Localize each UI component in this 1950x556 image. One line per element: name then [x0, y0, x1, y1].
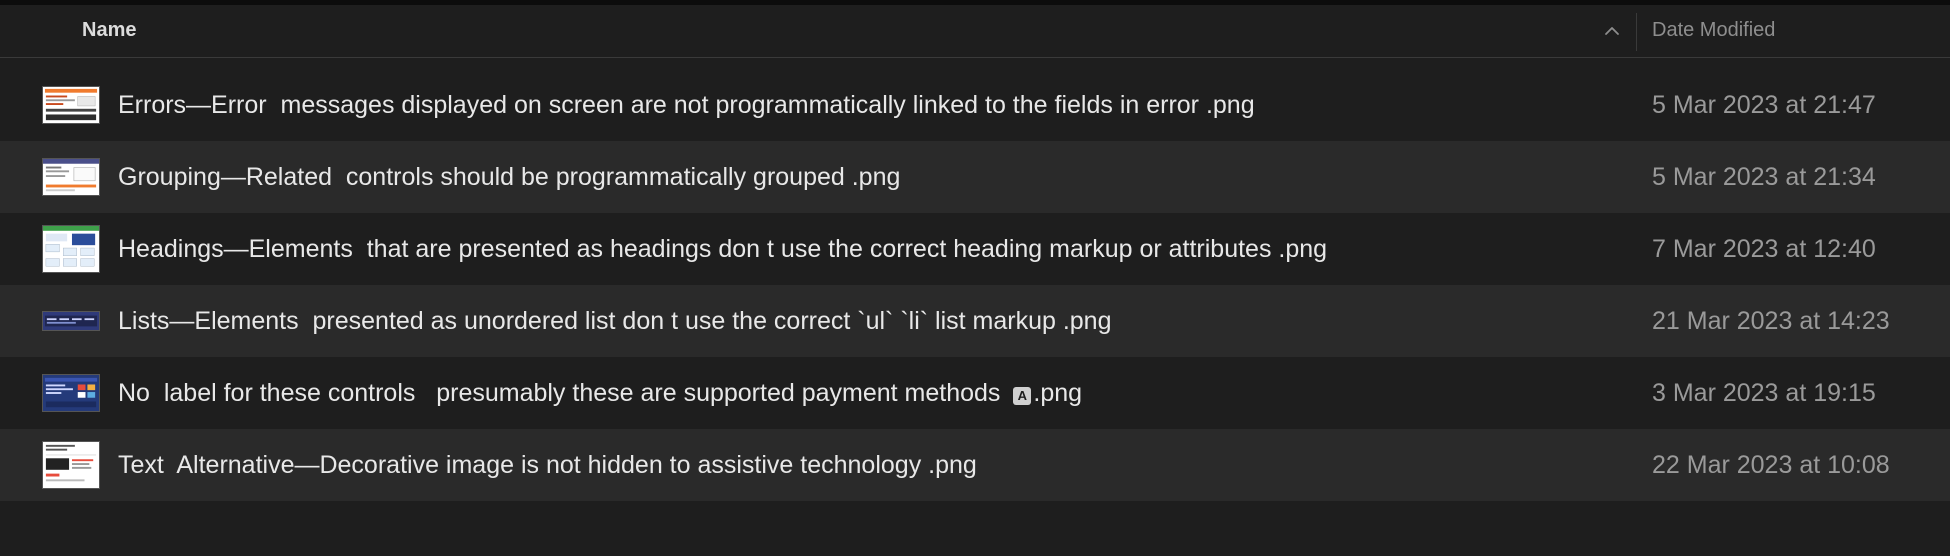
column-header: Name Date Modified — [0, 5, 1950, 58]
chevron-up-icon[interactable] — [1602, 21, 1622, 41]
file-thumbnail — [42, 441, 100, 489]
file-name: Headings—Elements that are presented as … — [118, 235, 1328, 263]
file-list: Errors—Error messages displayed on scree… — [0, 69, 1950, 501]
file-thumbnail — [42, 225, 100, 273]
file-thumbnail — [42, 158, 100, 196]
file-name: Text Alternative—Decorative image is not… — [118, 451, 977, 479]
keyboard-a-icon: A — [1013, 387, 1032, 405]
file-name: Lists—Elements presented as unordered li… — [118, 307, 1112, 335]
file-row[interactable]: Lists—Elements presented as unordered li… — [0, 285, 1950, 357]
file-name-text: No label for these controls presumably t… — [118, 379, 1008, 407]
file-date-modified: 5 Mar 2023 at 21:34 — [1652, 163, 1876, 191]
file-thumbnail — [42, 311, 100, 331]
file-date-modified: 21 Mar 2023 at 14:23 — [1652, 307, 1890, 335]
file-row[interactable]: Headings—Elements that are presented as … — [0, 213, 1950, 285]
file-row[interactable]: Grouping—Related controls should be prog… — [0, 141, 1950, 213]
column-header-name[interactable]: Name — [82, 19, 136, 42]
file-extension: .png — [1033, 379, 1083, 407]
file-row[interactable]: No label for these controls presumably t… — [0, 357, 1950, 429]
file-name: No label for these controls presumably t… — [118, 379, 1082, 408]
file-row[interactable]: Text Alternative—Decorative image is not… — [0, 429, 1950, 501]
file-date-modified: 22 Mar 2023 at 10:08 — [1652, 451, 1890, 479]
finder-list-view: Name Date Modified Errors—Error messages… — [0, 0, 1950, 556]
file-date-modified: 5 Mar 2023 at 21:47 — [1652, 91, 1876, 119]
file-name: Errors—Error messages displayed on scree… — [118, 91, 1255, 119]
file-row[interactable]: Errors—Error messages displayed on scree… — [0, 69, 1950, 141]
file-date-modified: 7 Mar 2023 at 12:40 — [1652, 235, 1876, 263]
file-thumbnail — [42, 374, 100, 412]
file-date-modified: 3 Mar 2023 at 19:15 — [1652, 379, 1876, 407]
column-header-date-modified[interactable]: Date Modified — [1652, 19, 1775, 42]
column-divider[interactable] — [1636, 13, 1637, 51]
file-name: Grouping—Related controls should be prog… — [118, 163, 901, 191]
file-thumbnail — [42, 86, 100, 124]
